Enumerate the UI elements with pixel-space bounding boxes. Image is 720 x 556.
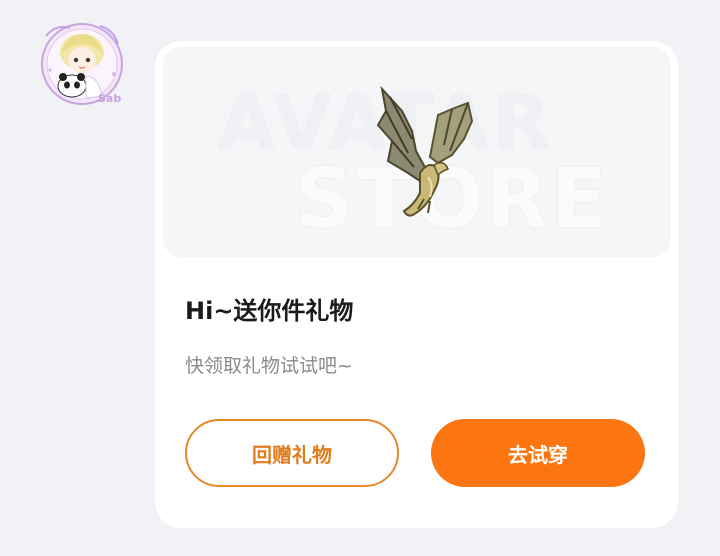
try-on-button[interactable]: 去试穿	[431, 419, 645, 487]
return-gift-button[interactable]: 回赠礼物	[185, 419, 399, 487]
item-preview: AVATAR STORE	[163, 47, 671, 257]
try-on-label: 去试穿	[508, 442, 568, 467]
gift-title: Hi~送你件礼物	[185, 297, 354, 325]
user-avatar[interactable]: Sab	[36, 14, 128, 110]
gift-subtitle: 快领取礼物试试吧~	[185, 355, 353, 377]
return-gift-label: 回赠礼物	[252, 442, 332, 467]
svg-text:Sab: Sab	[98, 92, 121, 105]
avatar-image: Sab	[41, 23, 123, 105]
gift-card: AVATAR STORE Hi~送你件礼物 快领取礼物试试吧~ 回赠礼物 去试穿	[155, 41, 678, 528]
dragon-ornament-image	[376, 85, 474, 217]
